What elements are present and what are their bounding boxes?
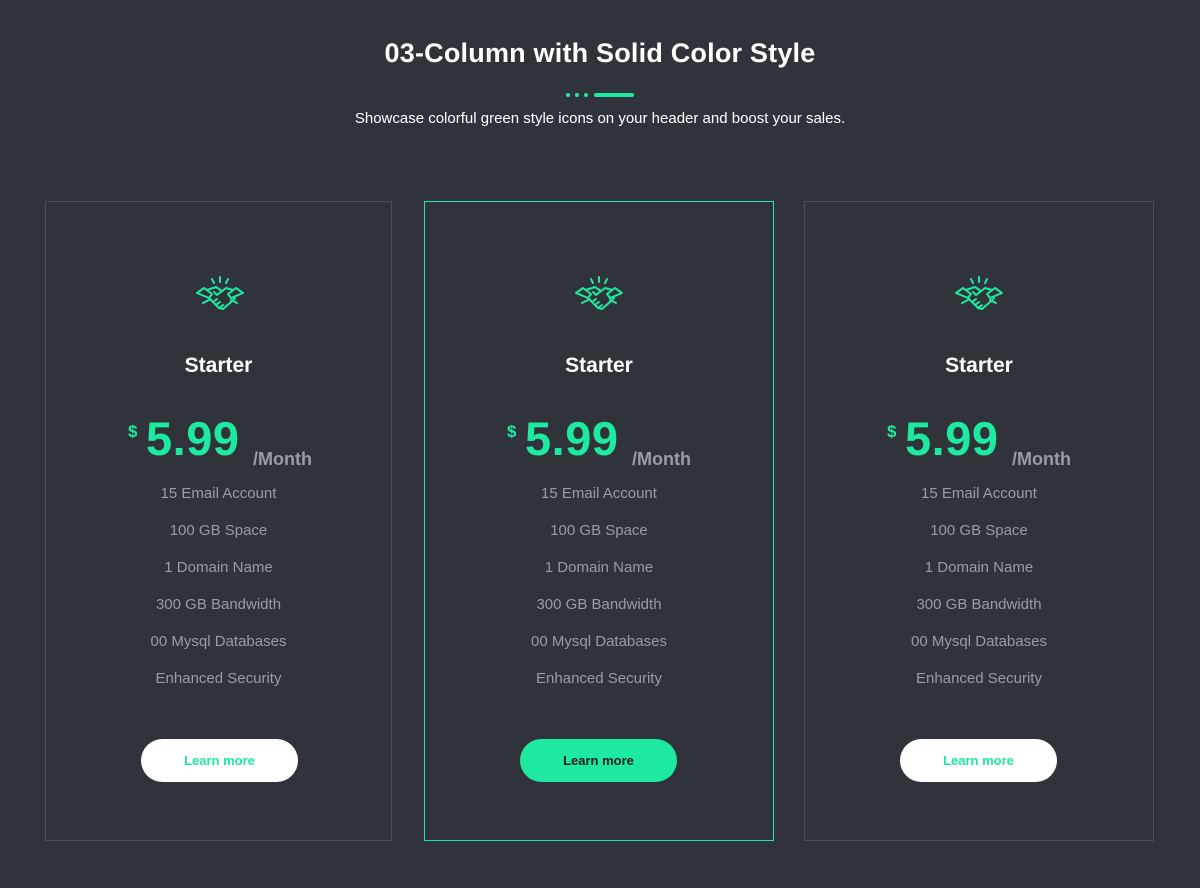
price-currency: $: [128, 422, 138, 441]
feature-item: 00 Mysql Databases: [911, 633, 1047, 650]
feature-item: 00 Mysql Databases: [531, 633, 667, 650]
feature-item: 15 Email Account: [160, 485, 277, 502]
price-currency: $: [887, 422, 897, 441]
feature-item: 1 Domain Name: [164, 559, 273, 576]
plan-name: Starter: [945, 354, 1013, 377]
section-subtitle: Showcase colorful green style icons on y…: [354, 110, 846, 127]
price-amount: 5.99: [905, 412, 999, 465]
price-period: /Month: [1012, 449, 1071, 469]
feature-item: 300 GB Bandwidth: [916, 596, 1042, 613]
feature-item: 100 GB Space: [169, 522, 268, 539]
divider-dot: [584, 93, 588, 97]
price-period: /Month: [632, 449, 691, 469]
feature-item: 15 Email Account: [541, 485, 657, 502]
learn-more-button[interactable]: Learn more: [900, 739, 1057, 782]
feature-item: Enhanced Security: [916, 670, 1042, 687]
pricing-card-featured: Starter $ 5.99 /Month 15 Email Account 1…: [424, 201, 774, 841]
feature-item: Enhanced Security: [536, 670, 662, 687]
feature-item: 1 Domain Name: [924, 559, 1034, 576]
plan-name: Starter: [184, 354, 253, 377]
handshake-icon: [575, 276, 623, 310]
price: $ 5.99 /Month: [46, 407, 391, 477]
feature-list: 15 Email Account 100 GB Space 1 Domain N…: [805, 484, 1153, 706]
feature-item: 00 Mysql Databases: [150, 633, 287, 650]
price-currency: $: [507, 422, 517, 441]
price-amount: 5.99: [146, 412, 240, 465]
price-amount: 5.99: [525, 412, 619, 465]
title-divider: [566, 93, 636, 97]
divider-dot: [566, 93, 570, 97]
handshake-icon: [955, 276, 1003, 310]
feature-list: 15 Email Account 100 GB Space 1 Domain N…: [46, 484, 391, 706]
feature-item: 100 GB Space: [550, 522, 648, 539]
price: $ 5.99 /Month: [805, 407, 1153, 477]
divider-bar: [594, 93, 634, 97]
price: $ 5.99 /Month: [425, 407, 773, 477]
divider-dot: [575, 93, 579, 97]
feature-item: Enhanced Security: [155, 670, 282, 687]
pricing-card: Starter $ 5.99 /Month 15 Email Account 1…: [804, 201, 1154, 841]
handshake-icon: [196, 276, 244, 310]
feature-item: 1 Domain Name: [544, 559, 654, 576]
plan-name: Starter: [565, 354, 633, 377]
pricing-card: Starter $ 5.99 /Month 15 Email Account 1…: [45, 201, 392, 841]
section-title: 03-Column with Solid Color Style: [384, 38, 816, 68]
feature-list: 15 Email Account 100 GB Space 1 Domain N…: [425, 484, 773, 706]
feature-item: 300 GB Bandwidth: [536, 596, 662, 613]
learn-more-button[interactable]: Learn more: [141, 739, 298, 782]
feature-item: 100 GB Space: [930, 522, 1028, 539]
learn-more-button[interactable]: Learn more: [520, 739, 677, 782]
feature-item: 15 Email Account: [921, 485, 1037, 502]
price-period: /Month: [253, 449, 312, 469]
feature-item: 300 GB Bandwidth: [155, 596, 282, 613]
